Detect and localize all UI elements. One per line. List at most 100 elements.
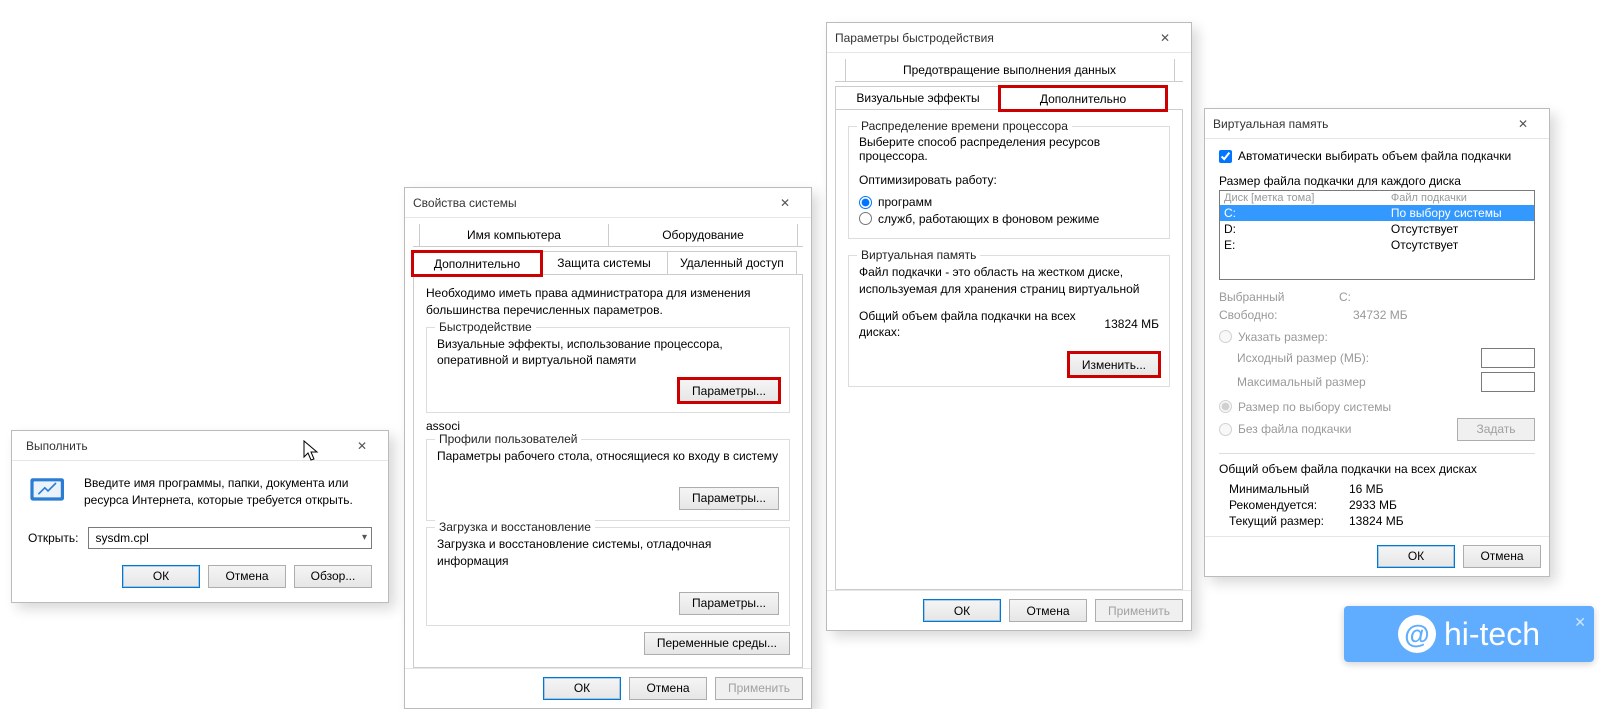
run-dialog: Выполнить ✕ Введите имя программы, папки… [11,430,389,603]
vm-radio-none-label: Без файла подкачки [1238,422,1351,436]
vm-desc: Файл подкачки - это область на жестком д… [859,264,1159,298]
tab-system-protection[interactable]: Защита системы [540,251,668,274]
vm-drive-letter: C: [1224,206,1391,220]
vm-cur-value: 13824 МБ [1349,514,1404,528]
vm-drive-row[interactable]: C: По выбору системы [1220,205,1534,221]
tab-advanced-perf[interactable]: Дополнительно [1000,87,1166,110]
tab-visual-effects[interactable]: Визуальные эффекты [835,86,1001,109]
sysprops-ok-button[interactable]: ОК [543,677,621,700]
vm-drive-row[interactable]: E: Отсутствует [1220,237,1534,253]
watermark-badge: @ hi-tech ✕ [1344,606,1594,662]
vm-drive-row[interactable]: D: Отсутствует [1220,221,1534,237]
vm-radio-custom-label: Указать размер: [1238,330,1328,344]
perfopts-tabs-row2: Визуальные эффекты Дополнительно [835,82,1183,110]
vm-max-size-input [1481,372,1535,392]
tab-computer-name[interactable]: Имя компьютера [419,224,609,246]
sysprops-footer: ОК Отмена Применить [405,668,811,708]
vm-min-label: Минимальный [1229,482,1349,496]
vm-initial-size-label: Исходный размер (МБ): [1237,351,1369,365]
run-open-label: Открыть: [28,531,78,545]
sysprops-tabs-row1: Имя компьютера Оборудование [413,224,803,247]
vm-drive-letter: D: [1224,222,1391,236]
system-properties-dialog: Свойства системы ✕ Имя компьютера Оборуд… [404,187,812,709]
run-browse-button[interactable]: Обзор... [294,565,372,588]
tab-advanced[interactable]: Дополнительно [413,252,541,275]
vm-cur-label: Текущий размер: [1229,514,1349,528]
at-icon: @ [1398,615,1436,653]
tab-dep[interactable]: Предотвращение выполнения данных [845,59,1175,81]
sysprops-cancel-button[interactable]: Отмена [629,677,707,700]
vm-ok-button[interactable]: ОК [1377,545,1455,568]
cpu-radio-programs[interactable]: программ [859,195,932,209]
sysprops-title: Свойства системы [413,196,767,210]
performance-legend: Быстродействие [435,320,536,334]
vm-auto-label: Автоматически выбирать объем файла подка… [1238,149,1511,163]
tab-remote[interactable]: Удаленный доступ [667,251,797,274]
vm-rec-value: 2933 МБ [1349,498,1397,512]
perfopts-cancel-button[interactable]: Отмена [1009,599,1087,622]
performance-options-dialog: Параметры быстродействия ✕ Предотвращени… [826,22,1192,631]
vm-titlebar[interactable]: Виртуальная память ✕ [1205,109,1549,139]
vm-radio-system-label: Размер по выбору системы [1238,400,1391,414]
user-profiles-settings-button[interactable]: Параметры... [679,487,779,510]
run-big-icon [28,475,68,507]
close-icon[interactable]: ✕ [1505,109,1541,138]
user-profiles-group: Профили пользователей Параметры рабочего… [426,439,790,521]
vm-total-label: Общий объем файла подкачки на всех диска… [859,308,1080,342]
user-profiles-desc: Параметры рабочего стола, относящиеся ко… [437,448,779,465]
performance-settings-button[interactable]: Параметры... [679,379,779,402]
cpu-radio-services[interactable]: служб, работающих в фоновом режиме [859,212,1099,226]
run-description: Введите имя программы, папки, документа … [84,475,372,509]
vm-col-drive: Диск [метка тома] [1224,192,1391,204]
run-open-input[interactable]: sysdm.cpl ▾ [88,527,372,549]
virtual-memory-dialog: Виртуальная память ✕ Автоматически выбир… [1204,108,1550,577]
vm-col-pagefile: Файл подкачки [1391,192,1530,204]
vm-min-value: 16 МБ [1349,482,1384,496]
env-vars-button[interactable]: Переменные среды... [644,632,790,655]
vm-rec-label: Рекомендуется: [1229,498,1349,512]
vm-max-size-label: Максимальный размер [1237,375,1366,389]
vm-radio-none: Без файла подкачки [1219,422,1351,436]
perfopts-ok-button[interactable]: ОК [923,599,1001,622]
cpu-radio-services-label: служб, работающих в фоновом режиме [878,212,1099,226]
vm-selected-label: Выбранный [1219,290,1339,304]
sysprops-apply-button: Применить [715,677,803,700]
vm-drive-pf: По выбору системы [1391,206,1530,220]
close-icon[interactable]: ✕ [767,188,803,217]
tab-hardware[interactable]: Оборудование [608,224,798,246]
run-cancel-button[interactable]: Отмена [208,565,286,588]
vm-drive-list[interactable]: Диск [метка тома] Файл подкачки C: По вы… [1219,190,1535,280]
vm-auto-checkbox[interactable]: Автоматически выбирать объем файла подка… [1219,149,1511,163]
vm-drive-letter: E: [1224,238,1391,252]
perfopts-tabs-row1: Предотвращение выполнения данных [835,59,1183,82]
sysprops-admin-note: Необходимо иметь права администратора дл… [426,285,790,319]
user-profiles-legend: Профили пользователей [435,432,581,446]
vm-size-head: Размер файла подкачки для каждого диска [1219,174,1535,188]
cpu-scheduling-legend: Распределение времени процессора [857,119,1072,133]
vm-legend: Виртуальная память [857,248,980,262]
vm-change-button[interactable]: Изменить... [1069,353,1159,376]
vm-total-value: 13824 МБ [1104,317,1159,331]
sysprops-titlebar[interactable]: Свойства системы ✕ [405,188,811,218]
vm-footer: ОК Отмена [1205,536,1549,576]
cpu-radio-programs-label: программ [878,195,932,209]
performance-desc: Визуальные эффекты, использование процес… [437,336,779,370]
chevron-down-icon[interactable]: ▾ [362,532,367,543]
startup-recovery-settings-button[interactable]: Параметры... [679,592,779,615]
vm-cancel-button[interactable]: Отмена [1463,545,1541,568]
close-icon[interactable]: ✕ [1147,23,1183,52]
vm-radio-custom: Указать размер: [1219,330,1521,344]
vm-drive-pf: Отсутствует [1391,238,1530,252]
vm-initial-size-input [1481,348,1535,368]
vm-radio-system: Размер по выбору системы [1219,400,1521,414]
vm-free-label: Свободно: [1219,308,1339,322]
close-icon[interactable]: ✕ [344,431,380,460]
vm-totals-head: Общий объем файла подкачки на всех диска… [1219,462,1535,476]
run-titlebar[interactable]: Выполнить ✕ [12,431,388,461]
perfopts-titlebar[interactable]: Параметры быстродействия ✕ [827,23,1191,53]
perfopts-apply-button: Применить [1095,599,1183,622]
perfopts-title: Параметры быстродействия [835,31,1147,45]
run-ok-button[interactable]: ОК [122,565,200,588]
vm-set-button: Задать [1457,418,1535,441]
startup-recovery-legend: Загрузка и восстановление [435,520,595,534]
